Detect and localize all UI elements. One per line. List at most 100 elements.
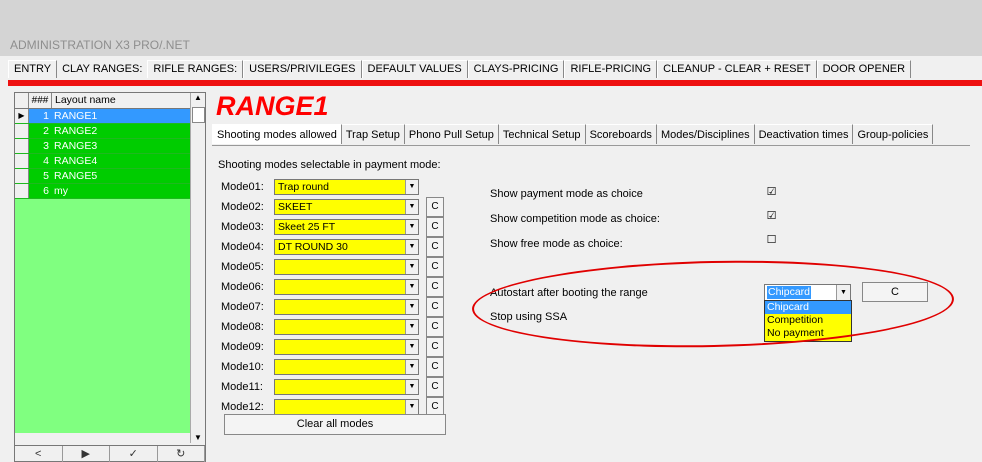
mode-label: Mode09: xyxy=(221,341,264,353)
clear-mode-button[interactable]: C xyxy=(426,257,444,277)
tab-phono-pull-setup[interactable]: Phono Pull Setup xyxy=(404,124,499,144)
title-bar: ADMINISTRATION X3 PRO/.NET xyxy=(0,0,982,56)
tab-group-policies[interactable]: Group-policies xyxy=(853,124,934,144)
clear-mode-button[interactable]: C xyxy=(426,237,444,257)
scroll-down-icon[interactable]: ▼ xyxy=(191,433,205,443)
clear-mode-button[interactable]: C xyxy=(426,217,444,237)
show-payment-label: Show payment mode as choice xyxy=(490,188,643,200)
chevron-down-icon[interactable]: ▼ xyxy=(405,180,418,194)
chevron-down-icon[interactable]: ▼ xyxy=(405,380,418,394)
table-row[interactable]: 4 RANGE4 xyxy=(15,154,190,169)
tab-default-values[interactable]: DEFAULT VALUES xyxy=(361,60,468,78)
row-number: 2 xyxy=(29,124,51,138)
mode-select[interactable]: ▼ xyxy=(274,379,419,395)
show-competition-label: Show competition mode as choice: xyxy=(490,213,660,225)
mode-select[interactable]: ▼ xyxy=(274,319,419,335)
table-row[interactable]: 2 RANGE2 xyxy=(15,124,190,139)
mode-label: Mode03: xyxy=(221,221,264,233)
clear-mode-button[interactable]: C xyxy=(426,297,444,317)
chevron-down-icon[interactable]: ▼ xyxy=(405,220,418,234)
show-competition-checkbox[interactable]: ☑ xyxy=(766,211,777,222)
mode-select[interactable]: ▼ xyxy=(274,359,419,375)
row-name: RANGE1 xyxy=(51,109,190,123)
chevron-down-icon[interactable]: ▼ xyxy=(836,285,850,300)
chevron-down-icon[interactable]: ▼ xyxy=(405,260,418,274)
sub-tabs: Shooting modes allowed Trap Setup Phono … xyxy=(212,124,934,144)
clear-mode-button[interactable]: C xyxy=(426,197,444,217)
mode-select[interactable]: ▼ xyxy=(274,299,419,315)
clear-mode-button[interactable]: C xyxy=(426,377,444,397)
chevron-down-icon[interactable]: ▼ xyxy=(405,300,418,314)
tab-rifle-ranges[interactable]: RIFLE RANGES: xyxy=(147,60,244,78)
mode-select[interactable]: Trap round ▼ xyxy=(274,179,419,195)
table-row[interactable]: 3 RANGE3 xyxy=(15,139,190,154)
tab-rifle-pricing[interactable]: RIFLE-PRICING xyxy=(564,60,658,78)
chevron-down-icon[interactable]: ▼ xyxy=(405,200,418,214)
clear-mode-button[interactable]: C xyxy=(426,357,444,377)
tab-clay-ranges[interactable]: CLAY RANGES: xyxy=(57,60,148,78)
vertical-scrollbar[interactable]: ▲ ▼ xyxy=(190,93,205,443)
table-row[interactable]: 5 RANGE5 xyxy=(15,169,190,184)
autostart-label: Autostart after booting the range xyxy=(490,287,648,299)
autostart-select[interactable]: Chipcard ▼ xyxy=(764,284,851,301)
column-header-number[interactable]: ### xyxy=(29,93,52,108)
row-number: 3 xyxy=(29,139,51,153)
chevron-down-icon[interactable]: ▼ xyxy=(405,280,418,294)
clear-mode-button[interactable]: C xyxy=(426,317,444,337)
tab-cleanup[interactable]: CLEANUP - CLEAR + RESET xyxy=(657,60,817,78)
tab-scoreboards[interactable]: Scoreboards xyxy=(585,124,657,144)
row-number: 4 xyxy=(29,154,51,168)
tab-door-opener[interactable]: DOOR OPENER xyxy=(816,60,912,78)
mode-select[interactable]: DT ROUND 30 ▼ xyxy=(274,239,419,255)
table-row[interactable]: 6 my xyxy=(15,184,190,199)
mode-label: Mode07: xyxy=(221,301,264,313)
mode-label: Mode05: xyxy=(221,261,264,273)
mode-label: Mode06: xyxy=(221,281,264,293)
range-title: RANGE1 xyxy=(216,91,329,121)
mode-select[interactable]: ▼ xyxy=(274,399,419,415)
column-header-layout-name[interactable]: Layout name xyxy=(52,93,190,108)
clear-all-modes-button[interactable]: Clear all modes xyxy=(224,414,446,435)
row-indicator xyxy=(15,169,29,183)
tab-technical-setup[interactable]: Technical Setup xyxy=(498,124,586,144)
dropdown-option-competition[interactable]: Competition xyxy=(765,314,851,327)
clear-mode-button[interactable]: C xyxy=(426,277,444,297)
mode-label: Mode08: xyxy=(221,321,264,333)
tab-deactivation-times[interactable]: Deactivation times xyxy=(754,124,854,144)
main-tabs: ENTRY CLAY RANGES: RIFLE RANGES: USERS/P… xyxy=(8,60,912,78)
scroll-thumb[interactable] xyxy=(192,107,205,123)
mode-select[interactable]: Skeet 25 FT ▼ xyxy=(274,219,419,235)
row-number: 1 xyxy=(29,109,51,123)
chevron-down-icon[interactable]: ▼ xyxy=(405,240,418,254)
row-indicator xyxy=(15,184,29,198)
mode-select[interactable]: ▼ xyxy=(274,339,419,355)
tab-entry[interactable]: ENTRY xyxy=(8,60,58,78)
scroll-up-icon[interactable]: ▲ xyxy=(191,93,205,103)
mode-label: Mode02: xyxy=(221,201,264,213)
show-free-checkbox[interactable]: ☐ xyxy=(766,235,777,246)
chevron-down-icon[interactable]: ▼ xyxy=(405,360,418,374)
chevron-down-icon[interactable]: ▼ xyxy=(405,340,418,354)
tab-shooting-modes-allowed[interactable]: Shooting modes allowed xyxy=(212,124,342,144)
tab-clays-pricing[interactable]: CLAYS-PRICING xyxy=(467,60,565,78)
mode-value: Skeet 25 FT xyxy=(278,221,336,233)
tab-users-privileges[interactable]: USERS/PRIVILEGES xyxy=(243,60,362,78)
clear-mode-button[interactable]: C xyxy=(426,337,444,357)
table-row[interactable]: ▶ 1 RANGE1 xyxy=(15,109,190,124)
mode-value: Trap round xyxy=(278,181,329,193)
chevron-down-icon[interactable]: ▼ xyxy=(405,400,418,414)
mode-select[interactable]: ▼ xyxy=(274,279,419,295)
dropdown-option-chipcard[interactable]: Chipcard xyxy=(765,301,851,314)
mode-select[interactable]: SKEET ▼ xyxy=(274,199,419,215)
tab-trap-setup[interactable]: Trap Setup xyxy=(341,124,405,144)
tab-modes-disciplines[interactable]: Modes/Disciplines xyxy=(656,124,755,144)
dropdown-option-no-payment[interactable]: No payment xyxy=(765,327,851,340)
stop-ssa-label: Stop using SSA xyxy=(490,311,568,323)
accent-bar xyxy=(8,80,982,86)
mode-select[interactable]: ▼ xyxy=(274,259,419,275)
row-indicator-header xyxy=(15,93,29,108)
show-payment-checkbox[interactable]: ☑ xyxy=(766,187,777,198)
layout-grid: ### Layout name ▶ 1 RANGE1 2 RANGE2 3 RA… xyxy=(15,93,190,433)
chevron-down-icon[interactable]: ▼ xyxy=(405,320,418,334)
autostart-clear-button[interactable]: C xyxy=(862,282,928,302)
